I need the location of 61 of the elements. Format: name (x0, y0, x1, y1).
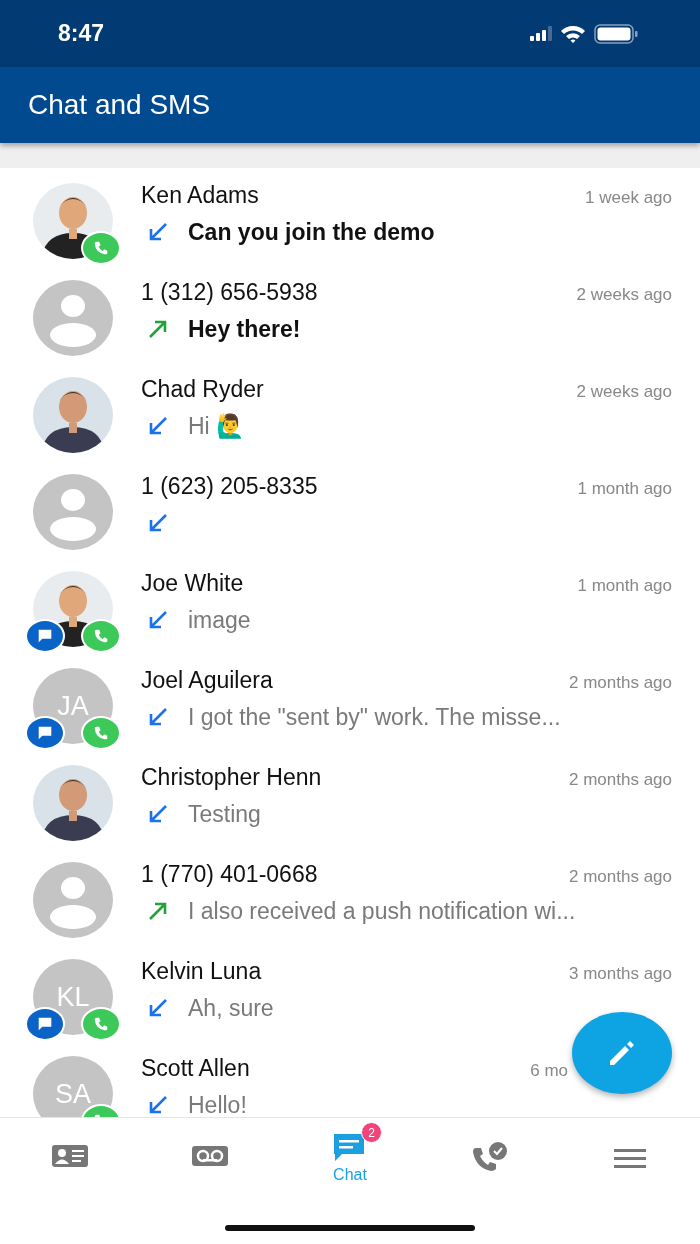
contact-name: Joe White (141, 570, 244, 597)
conversation-row[interactable]: Ken Adams 1 week ago Can you join the demo (0, 168, 700, 265)
conversation-row[interactable]: 1 (770) 401-0668 2 months ago I also received a push notification wi... (0, 847, 700, 944)
incoming-arrow-icon (147, 415, 169, 437)
tab[interactable]: 2 Chat (280, 1118, 420, 1196)
outgoing-arrow-icon (147, 900, 169, 922)
message-preview: Testing (188, 800, 261, 828)
message-preview: I got the "sent by" work. The misse... (188, 703, 561, 731)
timestamp: 2 weeks ago (576, 285, 672, 305)
contact-name: Christopher Henn (141, 764, 322, 791)
outgoing-arrow-icon (147, 318, 169, 340)
contact-name: Chad Ryder (141, 376, 264, 403)
avatar-placeholder-icon (33, 280, 113, 356)
timestamp: 3 months ago (569, 964, 672, 984)
contact-name: 1 (623) 205-8335 (141, 473, 318, 500)
conversation-row[interactable]: Christopher Henn 2 months ago Testing (0, 750, 700, 847)
avatar-placeholder-icon (33, 862, 113, 938)
timestamp: 2 months ago (569, 770, 672, 790)
contact-name: Joel Aguilera (141, 667, 273, 694)
battery-icon (594, 23, 638, 44)
wifi-icon (560, 24, 586, 43)
compose-button[interactable] (572, 1012, 672, 1094)
avatar-placeholder-icon (33, 474, 113, 550)
timestamp: 2 weeks ago (576, 382, 672, 402)
timestamp: 1 week ago (585, 188, 672, 208)
timestamp: 1 month ago (577, 479, 672, 499)
incoming-arrow-icon (147, 512, 169, 534)
message-preview: image (188, 606, 251, 634)
incoming-arrow-icon (147, 609, 169, 631)
message-preview: Ah, sure (188, 994, 274, 1022)
incoming-arrow-icon (147, 221, 169, 243)
message-preview: Hey there! (188, 315, 301, 343)
contact-name: Ken Adams (141, 182, 259, 209)
timestamp: 1 month ago (577, 576, 672, 596)
timestamp: 2 months ago (569, 673, 672, 693)
clock-time: 8:47 (58, 20, 105, 47)
conversation-row[interactable]: 1 (312) 656-5938 2 weeks ago Hey there! (0, 265, 700, 362)
timestamp: 2 months ago (569, 867, 672, 887)
conversation-row[interactable]: JA Joel Aguilera 2 months ago I got the "sent by" work. The misse... (0, 653, 700, 750)
incoming-arrow-icon (147, 706, 169, 728)
conversation-row[interactable]: Chad Ryder 2 weeks ago Hi 🙋‍♂ (0, 362, 700, 459)
avatar-initials: SA (33, 1056, 113, 1117)
contact-name: Scott Allen (141, 1055, 250, 1082)
contact-name: Kelvin Luna (141, 958, 262, 985)
signal-icon (530, 26, 552, 41)
conversation-row[interactable]: KL Kelvin Luna 3 months ago Ah, sure (0, 944, 700, 1041)
contact-name: 1 (312) 656-5938 (141, 279, 318, 306)
phone-clock-icon (470, 1140, 510, 1174)
message-preview: Can you join the demo (188, 218, 435, 246)
contact-name: 1 (770) 401-0668 (141, 861, 318, 888)
unread-count-badge: 2 (361, 1122, 382, 1143)
message-preview: I also received a push notification wi... (188, 897, 576, 925)
conversation-row[interactable]: Joe White 1 month ago image (0, 556, 700, 653)
message-preview: Hi 🙋‍♂ (188, 412, 246, 440)
incoming-arrow-icon (147, 997, 169, 1019)
screen-title: Chat and SMS (28, 89, 211, 121)
message-preview: Hello! (188, 1091, 247, 1117)
incoming-arrow-icon (147, 1094, 169, 1116)
incoming-arrow-icon (147, 803, 169, 825)
conversation-row[interactable]: 1 (623) 205-8335 1 month ago (0, 459, 700, 556)
timestamp: 6 mo (530, 1061, 568, 1081)
